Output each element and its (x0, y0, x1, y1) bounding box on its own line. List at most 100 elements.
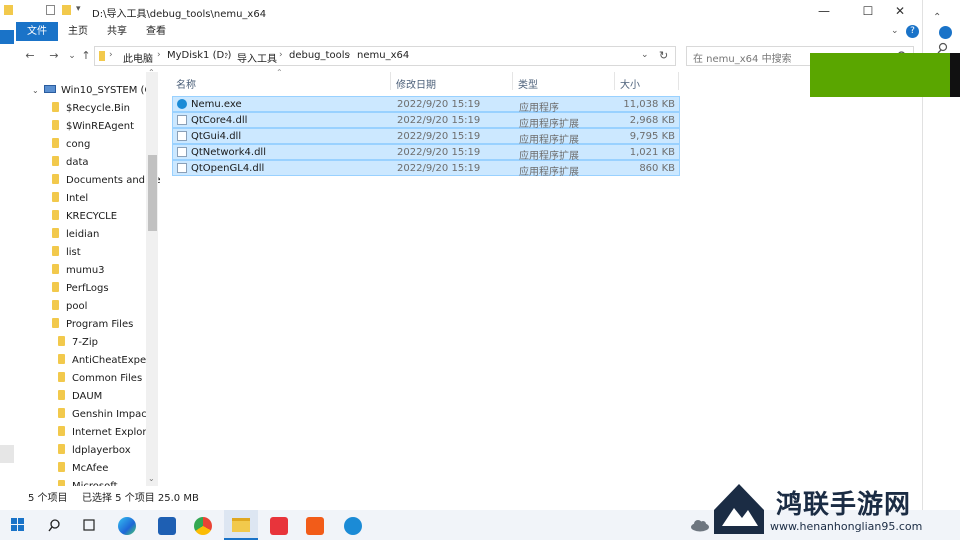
tree-item[interactable]: $Recycle.Bin (52, 100, 130, 118)
table-row[interactable]: QtNetwork4.dll 2022/9/20 15:19 应用程序扩展 1,021… (172, 144, 680, 162)
tree-item[interactable]: Genshin Impact (58, 406, 151, 424)
column-divider[interactable] (390, 72, 391, 90)
tree-item-label: Intel (66, 193, 89, 204)
scroll-down-icon[interactable]: ⌄ (148, 474, 155, 483)
expand-ribbon-icon[interactable]: ⌄ (891, 26, 899, 36)
background-window-fragment (0, 445, 14, 463)
navigation-pane-scrollbar[interactable] (146, 72, 158, 486)
breadcrumb-debug-tools[interactable]: debug_tools (289, 50, 350, 61)
column-divider[interactable] (678, 72, 679, 90)
tree-item[interactable]: mumu3 (52, 262, 105, 280)
tree-item[interactable]: PerfLogs (52, 280, 109, 298)
tree-item[interactable]: list (52, 244, 81, 262)
refresh-icon[interactable]: ↻ (659, 49, 668, 62)
tree-item[interactable]: pool (52, 298, 87, 316)
dll-icon (177, 115, 187, 125)
search-icon[interactable] (48, 519, 61, 532)
windows-start-icon[interactable] (11, 518, 25, 532)
chevron-right-icon[interactable]: › (109, 50, 113, 60)
cell-name: QtOpenGL4.dll (191, 163, 265, 174)
new-folder-icon[interactable] (62, 5, 71, 15)
tab-home[interactable]: 主页 (68, 22, 88, 41)
properties-icon[interactable] (46, 5, 55, 15)
minimize-button[interactable]: — (802, 0, 846, 22)
table-row[interactable]: QtCore4.dll 2022/9/20 15:19 应用程序扩展 2,968 KB (172, 112, 680, 130)
table-row[interactable]: QtOpenGL4.dll 2022/9/20 15:19 应用程序扩展 860 KB (172, 160, 680, 178)
tree-item[interactable]: cong (52, 136, 90, 154)
tab-share[interactable]: 共享 (107, 22, 127, 41)
folder-icon (99, 51, 105, 61)
table-row[interactable]: QtGui4.dll 2022/9/20 15:19 应用程序扩展 9,795 KB (172, 128, 680, 146)
app-icon[interactable] (306, 517, 324, 535)
tree-item[interactable]: ldplayerbox (58, 442, 131, 460)
tree-item[interactable]: Common Files (58, 370, 142, 388)
tree-item-label: DAUM (72, 391, 103, 402)
breadcrumb-this-pc[interactable]: 此电脑 (123, 50, 153, 65)
navigation-pane[interactable]: Win10_SYSTEM (C:) $Recycle.Bin $WinREAgent… (16, 68, 160, 486)
column-type[interactable]: 类型 (518, 76, 538, 91)
navigation-bar: ← → ⌄ ↑ › 此电脑 › MyDisk1 (D:) › 导入工具 › de… (0, 44, 922, 68)
column-divider[interactable] (614, 72, 615, 90)
folder-icon (232, 518, 250, 532)
tree-item[interactable]: data (52, 154, 89, 172)
tab-view[interactable]: 查看 (146, 22, 166, 41)
tree-item[interactable]: AntiCheatExpert (58, 352, 154, 370)
chevron-right-icon[interactable]: › (279, 50, 283, 60)
customize-toolbar-icon[interactable]: ▾ (76, 4, 81, 14)
tree-item[interactable]: McAfee (58, 460, 108, 478)
help-icon[interactable]: ? (906, 25, 919, 38)
close-button[interactable]: ✕ (878, 0, 922, 22)
column-size[interactable]: 大小 (620, 76, 640, 91)
address-dropdown-icon[interactable]: ⌄ (641, 50, 649, 60)
breadcrumb-import-tools[interactable]: 导入工具 (237, 50, 277, 65)
folder-icon (58, 426, 65, 436)
table-row[interactable]: Nemu.exe 2022/9/20 15:19 应用程序 11,038 KB (172, 96, 680, 114)
tree-item[interactable]: Internet Explorer (58, 424, 157, 442)
edge-browser-icon[interactable] (118, 517, 136, 535)
chevron-right-icon[interactable]: › (347, 50, 351, 60)
chevron-right-icon[interactable]: › (157, 50, 161, 60)
folder-icon (52, 246, 59, 256)
tree-item-label: AntiCheatExpert (72, 355, 155, 366)
chevron-down-icon[interactable]: ⌄ (32, 86, 39, 95)
collapse-icon[interactable]: ⌃ (933, 12, 941, 23)
tab-file[interactable]: 文件 (16, 22, 58, 41)
dll-icon (177, 131, 187, 141)
tree-item[interactable]: Program Files (52, 316, 133, 334)
up-button[interactable]: ↑ (78, 47, 94, 65)
remote-desktop-icon[interactable] (158, 517, 176, 535)
chevron-right-icon[interactable]: › (225, 50, 229, 60)
tree-item[interactable]: leidian (52, 226, 99, 244)
breadcrumb-nemu-x64[interactable]: nemu_x64 (357, 50, 409, 61)
scrollbar-thumb[interactable] (148, 155, 157, 231)
tree-item[interactable]: Documents and Se (52, 172, 160, 190)
cell-date: 2022/9/20 15:19 (397, 115, 481, 126)
tree-item[interactable]: 7-Zip (58, 334, 98, 352)
folder-icon (58, 390, 65, 400)
netease-music-icon[interactable] (270, 517, 288, 535)
tree-item[interactable]: KRECYCLE (52, 208, 117, 226)
back-button[interactable]: ← (22, 47, 38, 65)
breadcrumb-drive[interactable]: MyDisk1 (D:) (167, 50, 231, 61)
file-list-header: ⌃ 名称 修改日期 类型 大小 (172, 68, 912, 92)
tree-item[interactable]: Intel (52, 190, 88, 208)
address-bar[interactable]: › 此电脑 › MyDisk1 (D:) › 导入工具 › debug_tool… (94, 46, 676, 66)
tree-item-label: list (66, 247, 81, 258)
cell-name: Nemu.exe (191, 99, 242, 110)
tree-item[interactable]: DAUM (58, 388, 102, 406)
tree-item[interactable]: Microsoft (58, 478, 118, 486)
cloud-icon[interactable] (690, 518, 710, 532)
task-view-icon[interactable] (82, 519, 96, 531)
help-icon[interactable] (939, 26, 952, 39)
tree-item[interactable]: Win10_SYSTEM (C:) (44, 82, 159, 100)
file-explorer-taskbar-button[interactable] (224, 510, 258, 540)
chrome-browser-icon[interactable] (194, 517, 212, 535)
column-name[interactable]: 名称 (176, 76, 196, 91)
forward-button[interactable]: → (46, 47, 62, 65)
column-divider[interactable] (512, 72, 513, 90)
folder-icon (58, 444, 65, 454)
mumu-emulator-icon[interactable] (344, 517, 362, 535)
scroll-up-icon[interactable]: ⌃ (148, 68, 155, 77)
tree-item[interactable]: $WinREAgent (52, 118, 134, 136)
column-date[interactable]: 修改日期 (396, 76, 436, 91)
